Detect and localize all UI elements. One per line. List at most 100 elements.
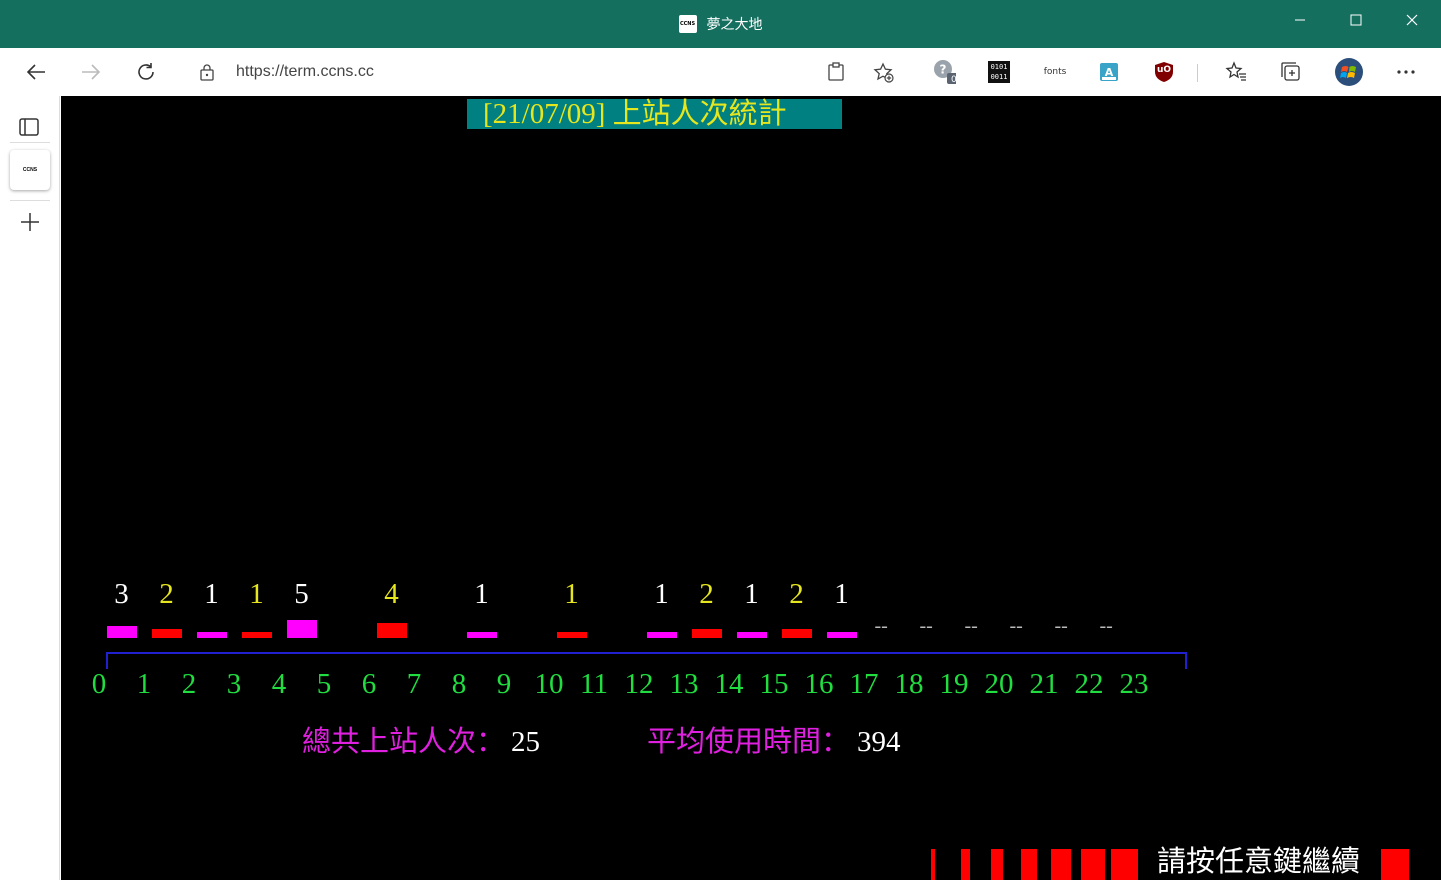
profile-button[interactable] (1334, 57, 1364, 87)
hour-label: 21 (1029, 668, 1059, 700)
bar-count-label: 1 (654, 578, 669, 610)
fonts-extension-icon: fonts (1043, 67, 1067, 77)
no-data-marker: -- (964, 615, 978, 637)
progress-block (1051, 849, 1071, 880)
extension-binary-button[interactable]: 0101 0011 (987, 60, 1011, 84)
hour-label: 12 (624, 668, 654, 700)
bar-count-label: 1 (834, 578, 849, 610)
tab-actions-icon[interactable] (16, 114, 42, 140)
progress-block (1081, 849, 1105, 880)
bar-count-label: 1 (249, 578, 264, 610)
extension-help-button[interactable]: ? 0 (932, 60, 957, 85)
hour-label: 2 (181, 668, 197, 700)
minimize-button[interactable] (1272, 0, 1328, 40)
svg-text:?: ? (940, 63, 947, 77)
chart-bar (781, 629, 812, 638)
new-tab-plus-icon[interactable] (18, 210, 42, 234)
total-logins-value: 25 (511, 726, 540, 758)
progress-block (991, 849, 1003, 880)
progress-block (1021, 849, 1037, 880)
hour-label: 19 (939, 668, 969, 700)
ublock-label: uO (1157, 65, 1172, 75)
minimize-icon (1295, 19, 1305, 21)
toolbar-separator (1197, 64, 1198, 82)
hour-label: 10 (534, 668, 564, 700)
extension-ublock-button[interactable]: uO (1152, 60, 1176, 84)
forward-button[interactable] (71, 52, 111, 92)
window-title: 夢之大地 (706, 17, 763, 33)
chart-bar (646, 632, 677, 638)
extension-badge-count: 0 (951, 75, 957, 85)
hour-label: 14 (714, 668, 744, 700)
hour-label: 22 (1074, 668, 1104, 700)
close-button[interactable] (1384, 0, 1440, 40)
average-usage-value: 394 (857, 726, 901, 758)
hour-label: 6 (361, 668, 377, 700)
extension-fonts-button[interactable]: fonts (1040, 60, 1070, 84)
hour-label: 17 (849, 668, 879, 700)
progress-block (961, 849, 970, 880)
hour-label: 3 (226, 668, 242, 700)
chart-bar (106, 626, 137, 638)
no-data-marker: -- (1054, 615, 1068, 637)
collections-icon (1281, 62, 1300, 81)
bar-count-label: 2 (159, 578, 174, 610)
progress-block (931, 849, 935, 880)
title-bar: CCNS 夢之大地 (0, 0, 1441, 48)
vertical-tabs-sidebar: CCNS (0, 96, 60, 880)
tab-favicon-icon: CCNS (22, 167, 38, 173)
no-data-marker: -- (1099, 615, 1113, 637)
add-favorite-icon[interactable] (873, 62, 895, 84)
maximize-button[interactable] (1328, 0, 1384, 40)
hour-label: 11 (580, 668, 608, 700)
settings-more-button[interactable] (1394, 60, 1418, 84)
no-data-marker: -- (919, 615, 933, 637)
collections-button[interactable] (1279, 60, 1303, 84)
bar-count-label: 3 (114, 578, 129, 610)
chart-axis-left-tick (106, 652, 108, 669)
sidebar-divider (10, 200, 50, 201)
bar-count-label: 1 (204, 578, 219, 610)
hour-label: 8 (451, 668, 467, 700)
press-any-key-prompt: 請按任意鍵繼續 (1157, 846, 1361, 878)
chart-axis-line (106, 652, 1187, 654)
terminal-screen[interactable]: [21/07/09] 上站人次統計 3 2 1 1 5 4 1 1 1 2 1 2 1 -- -- -- -- -… (61, 96, 1441, 880)
window-title-area: CCNS 夢之大地 (0, 0, 1441, 48)
back-button[interactable] (16, 52, 56, 92)
hour-label: 16 (804, 668, 834, 700)
chart-bar (151, 629, 182, 638)
sidebar-tab-ccns[interactable]: CCNS (10, 150, 50, 190)
bar-count-label: 1 (744, 578, 759, 610)
bar-count-label: 1 (474, 578, 489, 610)
lock-icon[interactable] (199, 63, 215, 81)
hour-label: 18 (894, 668, 924, 700)
chart-bar (826, 632, 857, 638)
hour-label: 5 (316, 668, 332, 700)
forward-arrow-icon (82, 64, 101, 80)
bar-count-label: 2 (789, 578, 804, 610)
hour-label: 15 (759, 668, 789, 700)
hour-label: 13 (669, 668, 699, 700)
reading-view-icon[interactable] (826, 62, 846, 82)
chart-bar (196, 632, 227, 638)
refresh-icon (138, 63, 154, 80)
chart-bar (691, 629, 722, 638)
extension-translate-button[interactable]: A (1097, 60, 1121, 84)
no-data-marker: -- (1009, 615, 1023, 637)
hour-label: 0 (91, 668, 107, 700)
refresh-button[interactable] (126, 52, 166, 92)
hour-label: 23 (1119, 668, 1149, 700)
chart-axis-right-tick (1185, 652, 1187, 669)
maximize-icon (1350, 14, 1362, 26)
bar-count-label: 5 (294, 578, 309, 610)
chart-bar (556, 632, 587, 638)
more-options-icon (1397, 70, 1415, 74)
binary-extension-icon: 0101 0011 (988, 61, 1010, 83)
favorites-button[interactable] (1224, 60, 1248, 84)
chart-bar (241, 632, 272, 638)
address-bar[interactable]: https://term.ccns.cc (181, 54, 909, 90)
address-url[interactable]: https://term.ccns.cc (236, 63, 374, 81)
bar-count-label: 1 (564, 578, 579, 610)
hour-label: 9 (496, 668, 512, 700)
favorites-list-icon (1225, 61, 1246, 81)
